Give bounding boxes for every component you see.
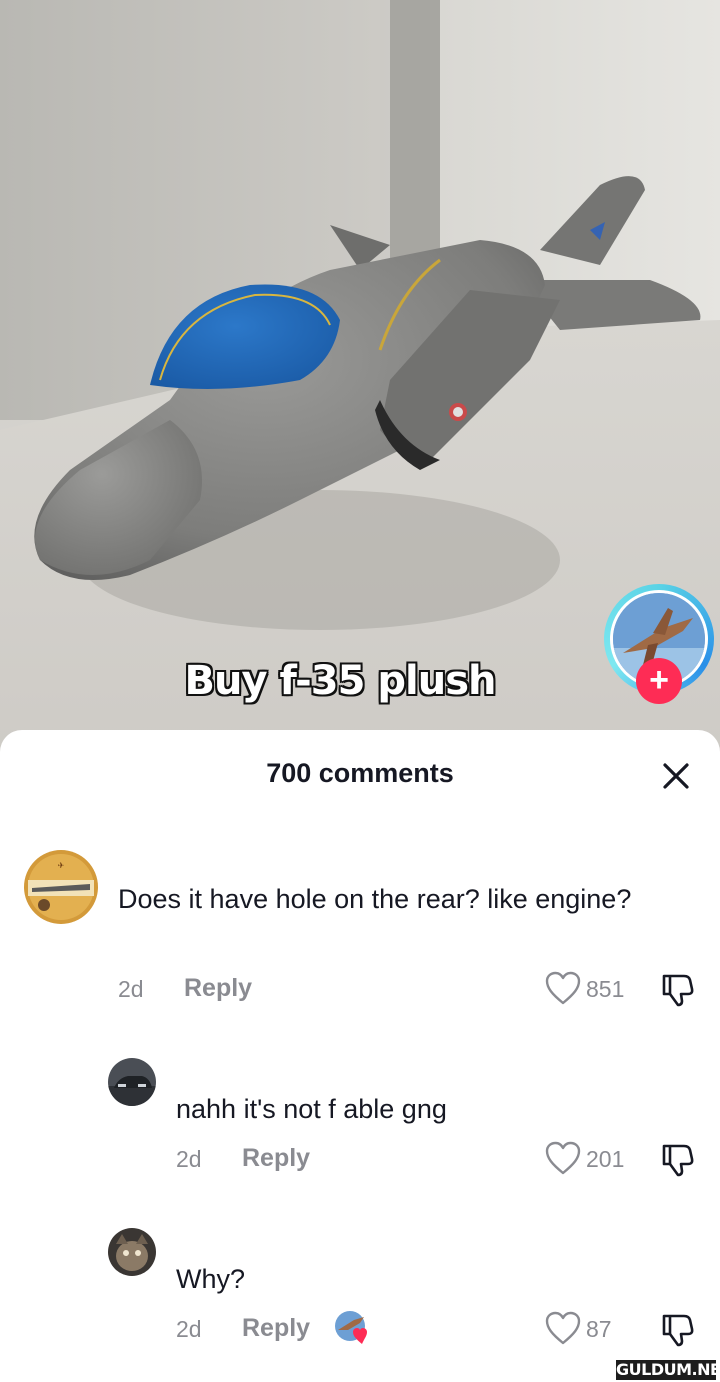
heart-outline-icon[interactable] (544, 1140, 582, 1176)
thumbs-down-icon[interactable] (658, 1310, 696, 1348)
commenter-avatar[interactable]: ✈ (24, 850, 98, 924)
close-icon[interactable] (656, 756, 696, 796)
comment-item: ✈ Does it have hole on the rear? like en… (0, 850, 720, 1030)
comment-item: Why? 2d Reply 87 (0, 1228, 720, 1378)
like-count: 201 (586, 1146, 625, 1172)
commenter-avatar[interactable] (108, 1228, 156, 1276)
like-count: 87 (586, 1316, 612, 1342)
like-count: 851 (586, 976, 625, 1002)
comment-text: nahh it's not f able gng (176, 1094, 447, 1124)
thumbs-down-icon[interactable] (658, 970, 696, 1008)
comment-time: 2d (176, 1316, 202, 1342)
reply-button[interactable]: Reply (242, 1314, 310, 1343)
follow-button[interactable]: + (636, 658, 682, 704)
reply-button[interactable]: Reply (184, 974, 252, 1003)
heart-outline-icon[interactable] (544, 1310, 582, 1346)
comments-count-title: 700 comments (266, 758, 454, 788)
svg-text:✈: ✈ (58, 861, 65, 870)
creator-liked-badge (334, 1310, 374, 1346)
reply-button[interactable]: Reply (242, 1144, 310, 1173)
comment-time: 2d (118, 976, 144, 1002)
comment-item: nahh it's not f able gng 2d Reply 201 (0, 1058, 720, 1208)
video-caption: Buy f-35 plush (184, 658, 497, 704)
comment-text: Does it have hole on the rear? like engi… (118, 884, 632, 914)
watermark: GULDUM.NET (616, 1360, 720, 1380)
comments-sheet: 700 comments ✈ Does it have hole on the … (0, 730, 720, 1382)
thumbs-down-icon[interactable] (658, 1140, 696, 1178)
commenter-avatar[interactable] (108, 1058, 156, 1106)
video-player[interactable]: Buy f-35 plush + (0, 0, 720, 760)
comment-text: Why? (176, 1264, 246, 1294)
heart-outline-icon[interactable] (544, 970, 582, 1006)
comment-time: 2d (176, 1146, 202, 1172)
heart-filled-icon (353, 1328, 367, 1344)
